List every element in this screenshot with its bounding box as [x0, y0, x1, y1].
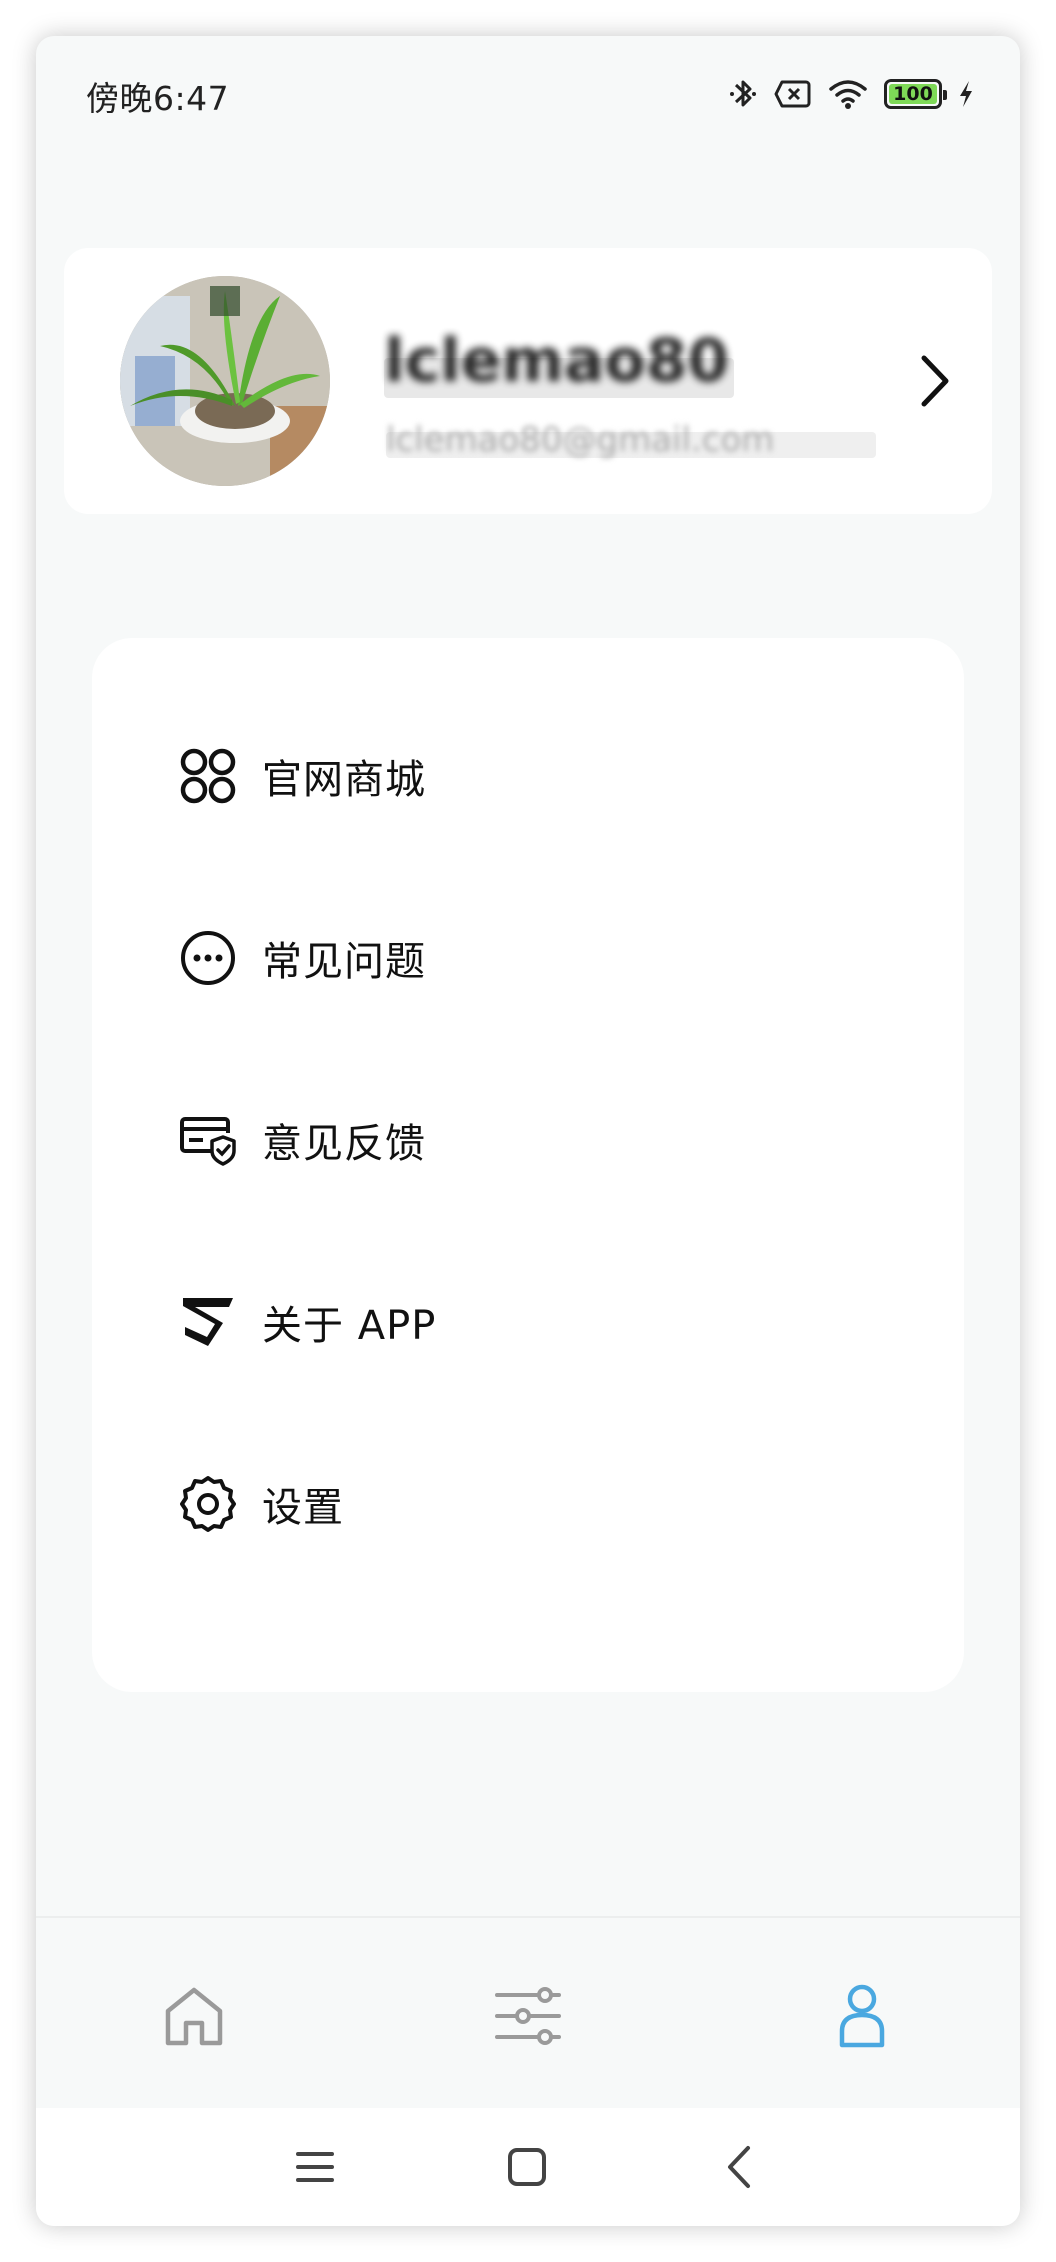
system-menu-button[interactable] [290, 2144, 340, 2194]
status-time: 傍晚6:47 [86, 79, 230, 118]
store-grid-icon [178, 746, 238, 806]
bottom-tab-bar [36, 1916, 1020, 2108]
menu-item-store[interactable]: 官网商城 [92, 716, 964, 836]
menu-label-settings: 设置 [262, 1485, 344, 1531]
tab-controls[interactable] [488, 1978, 568, 2058]
tab-home[interactable] [154, 1978, 234, 2058]
menu-label-faq: 常见问题 [262, 939, 426, 985]
charging-icon [958, 80, 974, 108]
back-icon [726, 2145, 752, 2193]
no-sim-icon [774, 79, 812, 109]
system-navigation-bar [36, 2108, 1020, 2226]
menu-item-faq[interactable]: 常见问题 [92, 898, 964, 1018]
system-back-button[interactable] [714, 2144, 764, 2194]
menu-item-about[interactable]: 关于 APP [92, 1262, 964, 1382]
sliders-icon [495, 1987, 561, 2049]
profile-email: lclemao80@gmail.com [386, 420, 775, 460]
profile-name: lclemao80 [384, 326, 730, 396]
menu-icon [296, 2150, 334, 2188]
app-logo-icon [178, 1292, 238, 1352]
home-icon [164, 1985, 224, 2051]
system-home-button[interactable] [502, 2144, 552, 2194]
menu-card: 官网商城 常见问题 意见反馈 关于 APP 设置 [92, 638, 964, 1692]
menu-item-settings[interactable]: 设置 [92, 1444, 964, 1564]
profile-card[interactable]: lclemao80 lclemao80@gmail.com [64, 248, 992, 514]
home-square-icon [507, 2147, 547, 2191]
wifi-icon [828, 78, 868, 110]
chevron-right-icon[interactable] [918, 354, 952, 412]
status-icons: 100 [728, 74, 974, 114]
battery-cap [943, 90, 947, 100]
menu-label-about: 关于 APP [262, 1303, 437, 1349]
status-bar: 傍晚6:47 100 [36, 36, 1020, 148]
settings-gear-icon [178, 1474, 238, 1534]
phone-screen: 傍晚6:47 100 lclemao80 lclemao80@gmail.com… [36, 36, 1020, 2226]
bluetooth-icon [728, 76, 758, 112]
menu-label-feedback: 意见反馈 [262, 1121, 426, 1167]
avatar-plant-image [120, 276, 330, 486]
feedback-card-icon [178, 1110, 238, 1170]
battery-icon: 100 [884, 79, 947, 109]
avatar[interactable] [120, 276, 330, 486]
tab-profile[interactable] [822, 1978, 902, 2058]
faq-dots-icon [178, 928, 238, 988]
person-icon [838, 1983, 886, 2053]
menu-item-feedback[interactable]: 意见反馈 [92, 1080, 964, 1200]
menu-label-store: 官网商城 [262, 757, 426, 803]
battery-level: 100 [893, 83, 933, 105]
